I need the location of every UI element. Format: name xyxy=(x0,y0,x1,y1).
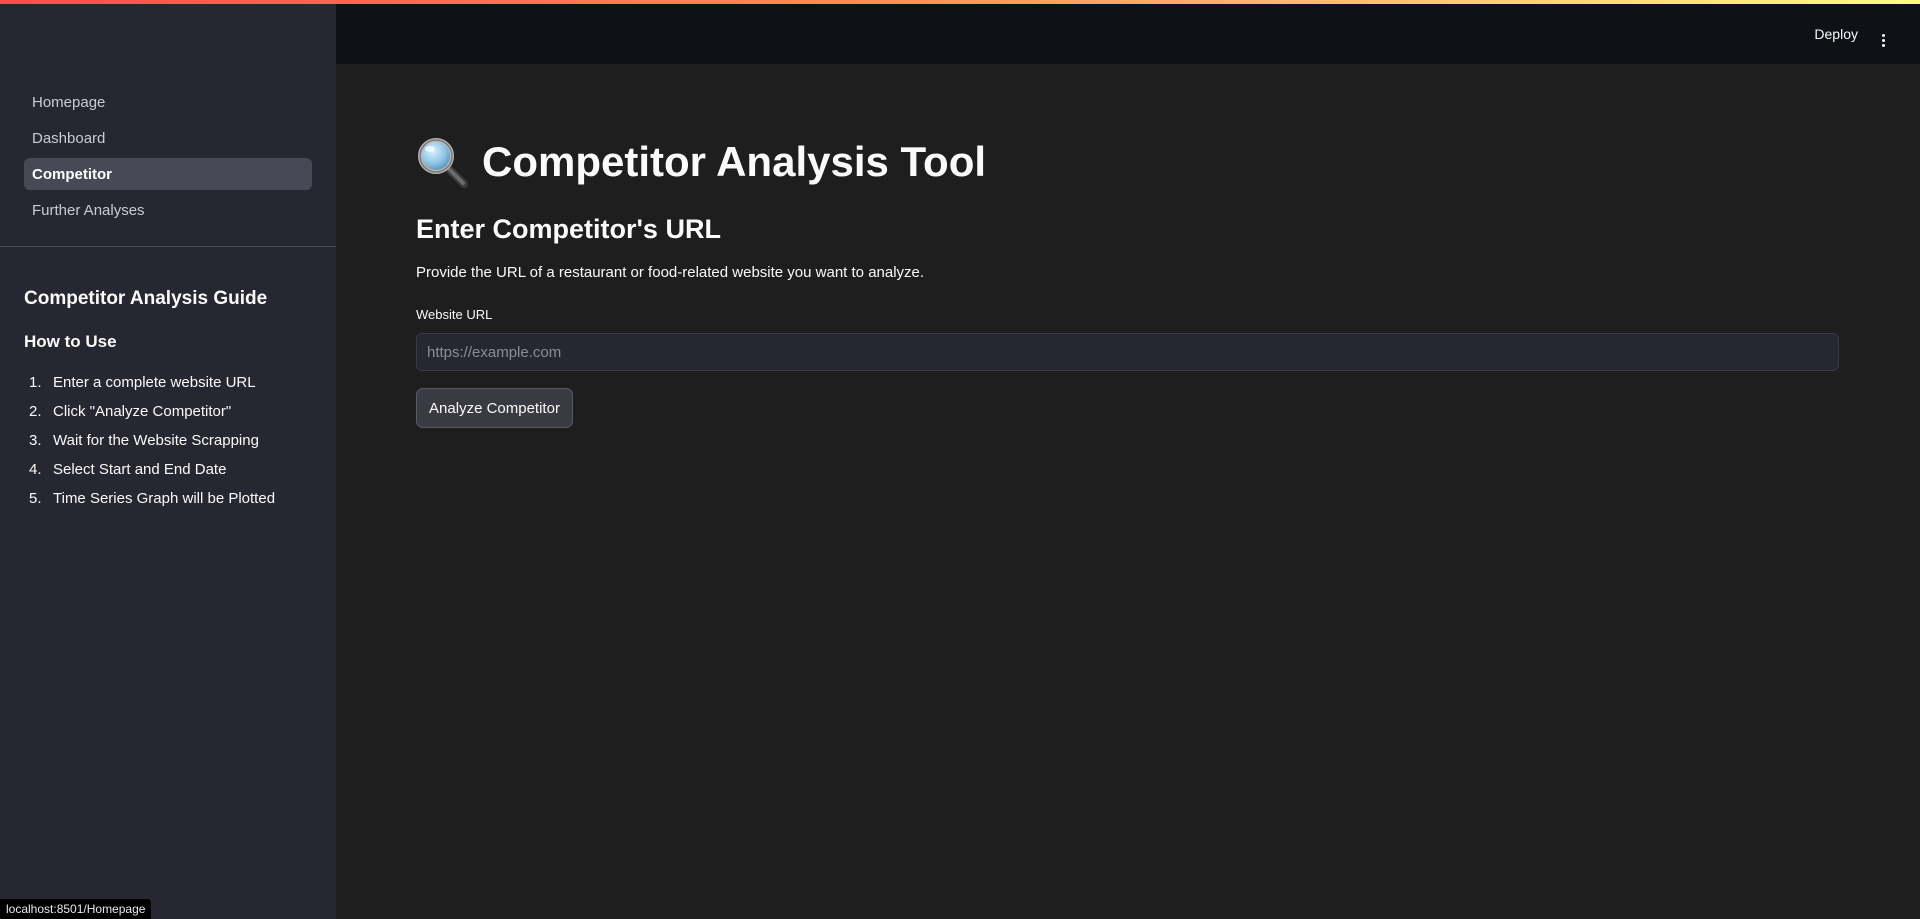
page-title-text: Competitor Analysis Tool xyxy=(482,138,987,185)
top-header: Deploy xyxy=(336,4,1920,64)
step-text: Wait for the Website Scrapping xyxy=(53,432,259,449)
sidebar-nav: Homepage Dashboard Competitor Further An… xyxy=(24,86,312,230)
magnifying-glass-icon xyxy=(418,138,468,188)
step-text: Time Series Graph will be Plotted xyxy=(53,490,276,507)
sidebar-item-competitor[interactable]: Competitor xyxy=(24,158,312,190)
sidebar-divider xyxy=(0,246,336,247)
step-number: 3. xyxy=(29,432,42,449)
step-text: Select Start and End Date xyxy=(53,461,227,478)
howto-heading: How to Use xyxy=(24,332,117,351)
step-text: Click "Analyze Competitor" xyxy=(53,403,232,420)
analyze-competitor-button[interactable]: Analyze Competitor xyxy=(416,388,573,428)
step-item: 4. Select Start and End Date xyxy=(24,455,314,484)
main-content: Competitor Analysis Tool Enter Competito… xyxy=(336,64,1920,919)
section-heading: Enter Competitor's URL xyxy=(416,214,721,244)
steps-list: 1. Enter a complete website URL 2. Click "… xyxy=(24,368,314,513)
step-item: 2. Click "Analyze Competitor" xyxy=(24,397,314,426)
kebab-menu-icon[interactable] xyxy=(1882,34,1886,50)
step-text: Enter a complete website URL xyxy=(53,374,256,391)
step-number: 1. xyxy=(29,374,42,391)
url-field-label: Website URL xyxy=(416,307,493,322)
step-item: 3. Wait for the Website Scrapping xyxy=(24,426,314,455)
deploy-button[interactable]: Deploy xyxy=(1814,22,1858,46)
sidebar-item-dashboard[interactable]: Dashboard xyxy=(24,122,312,154)
step-item: 5. Time Series Graph will be Plotted xyxy=(24,484,314,513)
page-title: Competitor Analysis Tool xyxy=(416,136,986,188)
sidebar: Homepage Dashboard Competitor Further An… xyxy=(0,0,336,919)
analysis-guide: Competitor Analysis Guide How to Use 1. E… xyxy=(24,286,314,513)
section-description: Provide the URL of a restaurant or food-… xyxy=(416,264,925,281)
top-accent-bar xyxy=(0,0,1920,4)
step-number: 5. xyxy=(29,490,42,507)
sidebar-item-homepage[interactable]: Homepage xyxy=(24,86,312,118)
sidebar-item-further-analyses[interactable]: Further Analyses xyxy=(24,194,312,226)
url-input[interactable] xyxy=(416,333,1839,371)
step-item: 1. Enter a complete website URL xyxy=(24,368,314,397)
guide-title: Competitor Analysis Guide xyxy=(24,288,268,309)
step-number: 4. xyxy=(29,461,42,478)
step-number: 2. xyxy=(29,403,42,420)
link-preview-status: localhost:8501/Homepage xyxy=(0,899,152,919)
